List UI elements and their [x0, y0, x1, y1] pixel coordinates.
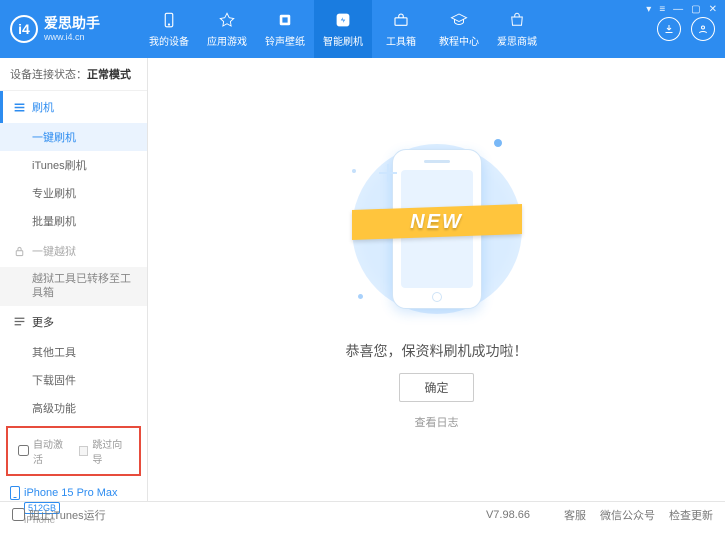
success-illustration: NEW	[352, 129, 522, 329]
nav-shop[interactable]: 爱思商城	[488, 0, 546, 58]
ribbon-text: NEW	[410, 211, 463, 234]
nav-label: 应用游戏	[207, 33, 247, 48]
maximize-icon[interactable]: ▢	[691, 4, 700, 15]
nav-label: 铃声壁纸	[265, 33, 305, 48]
connection-status: 设备连接状态：正常模式	[0, 58, 147, 91]
sidebar: 设备连接状态：正常模式 刷机 一键刷机 iTunes刷机 专业刷机 批量刷机 一…	[0, 58, 148, 501]
version-label: V7.98.66	[486, 509, 530, 521]
app-icon	[217, 10, 237, 30]
sidebar-item-batch-flash[interactable]: 批量刷机	[0, 207, 147, 235]
chk-label: 自动激活	[33, 436, 69, 466]
sidebar-item-advanced[interactable]: 高级功能	[0, 394, 147, 422]
chk-label: 阻止iTunes运行	[29, 507, 106, 523]
sidebar-group-flash[interactable]: 刷机	[0, 91, 147, 123]
sidebar-item-pro-flash[interactable]: 专业刷机	[0, 179, 147, 207]
nav-toolbox[interactable]: 工具箱	[372, 0, 430, 58]
gift-icon[interactable]: ▾	[646, 4, 651, 15]
group-label: 刷机	[32, 99, 54, 115]
nav-ringtones[interactable]: 铃声壁纸	[256, 0, 314, 58]
checkbox-skip-guide: 跳过向导	[79, 436, 129, 466]
footer-link-update[interactable]: 检查更新	[669, 507, 713, 523]
view-log-link[interactable]: 查看日志	[415, 414, 459, 430]
app-header: ▾ ≡ — ▢ ✕ i4 爱思助手 www.i4.cn 我的设备 应用游戏 铃声…	[0, 0, 725, 58]
sidebar-item-download-firmware[interactable]: 下载固件	[0, 366, 147, 394]
main-content: NEW 恭喜您，保资料刷机成功啦！ 确定 查看日志	[148, 58, 725, 501]
jailbreak-note: 越狱工具已转移至工具箱	[0, 267, 147, 306]
group-label: 更多	[32, 314, 54, 330]
header-right	[657, 17, 715, 41]
tutorial-icon	[449, 10, 469, 30]
conn-value: 正常模式	[87, 69, 131, 81]
nav-label: 爱思商城	[497, 33, 537, 48]
sidebar-item-other-tools[interactable]: 其他工具	[0, 338, 147, 366]
device-name: iPhone 15 Pro Max	[24, 487, 118, 499]
toolbox-icon	[391, 10, 411, 30]
ok-button[interactable]: 确定	[399, 373, 473, 402]
flash-icon	[333, 10, 353, 30]
nav-label: 智能刷机	[323, 33, 363, 48]
logo-subtitle: www.i4.cn	[44, 32, 100, 42]
shop-icon	[507, 10, 527, 30]
logo-icon: i4	[10, 15, 38, 43]
sidebar-item-itunes-flash[interactable]: iTunes刷机	[0, 151, 147, 179]
logo: i4 爱思助手 www.i4.cn	[10, 15, 140, 43]
conn-label: 设备连接状态：	[10, 69, 87, 81]
ringtone-icon	[275, 10, 295, 30]
phone-icon	[159, 10, 179, 30]
download-button[interactable]	[657, 17, 681, 41]
footer-link-support[interactable]: 客服	[564, 507, 586, 523]
user-button[interactable]	[691, 17, 715, 41]
nav-smart-flash[interactable]: 智能刷机	[314, 0, 372, 58]
main-nav: 我的设备 应用游戏 铃声壁纸 智能刷机 工具箱 教程中心 爱思商城	[140, 0, 657, 58]
logo-title: 爱思助手	[44, 16, 100, 31]
minimize-icon[interactable]: —	[673, 4, 683, 15]
sidebar-group-more[interactable]: 更多	[0, 306, 147, 338]
sidebar-group-jailbreak[interactable]: 一键越狱	[0, 235, 147, 267]
highlight-box: 自动激活 跳过向导	[6, 426, 141, 476]
new-ribbon: NEW	[347, 201, 527, 243]
nav-label: 工具箱	[386, 33, 416, 48]
nav-label: 我的设备	[149, 33, 189, 48]
nav-apps-games[interactable]: 应用游戏	[198, 0, 256, 58]
bars-icon	[12, 100, 26, 114]
device-phone-icon	[10, 486, 20, 500]
nav-label: 教程中心	[439, 33, 479, 48]
lock-icon	[12, 244, 26, 258]
sidebar-item-oneclick-flash[interactable]: 一键刷机	[0, 123, 147, 151]
window-controls: ▾ ≡ — ▢ ✕	[646, 4, 717, 15]
group-label: 一键越狱	[32, 243, 76, 259]
close-icon[interactable]: ✕	[709, 4, 717, 15]
checkbox-block-itunes[interactable]: 阻止iTunes运行	[12, 507, 106, 523]
nav-my-device[interactable]: 我的设备	[140, 0, 198, 58]
menu-icon[interactable]: ≡	[659, 4, 665, 15]
footer-link-wechat[interactable]: 微信公众号	[600, 507, 655, 523]
checkbox-auto-activate[interactable]: 自动激活	[18, 436, 69, 466]
chk-label: 跳过向导	[92, 436, 129, 466]
success-message: 恭喜您，保资料刷机成功啦！	[346, 341, 528, 361]
nav-tutorials[interactable]: 教程中心	[430, 0, 488, 58]
more-icon	[12, 315, 26, 329]
